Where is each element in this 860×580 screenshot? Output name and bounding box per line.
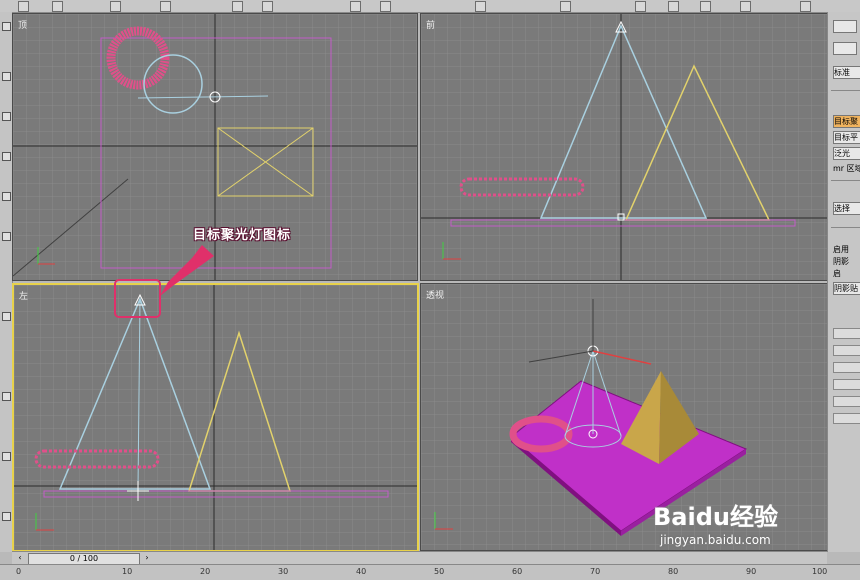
material-editor-icon[interactable] xyxy=(635,1,646,12)
next-frame-icon[interactable]: › xyxy=(142,553,152,563)
viewport-label[interactable]: 前 xyxy=(426,18,435,31)
quick-render-icon[interactable] xyxy=(740,1,751,12)
teapot-render-icon[interactable] xyxy=(800,1,811,12)
mr-area-label: mr 区域 xyxy=(833,164,860,173)
watermark-url: jingyan.baidu.com xyxy=(660,533,771,547)
lights-category-icon[interactable] xyxy=(833,42,857,55)
window-crossing-icon[interactable] xyxy=(160,1,171,12)
layer-manager-icon[interactable] xyxy=(475,1,486,12)
target-spot-button[interactable]: 目标聚 xyxy=(833,115,860,128)
rollout-expand[interactable] xyxy=(833,345,860,356)
rollout-divider xyxy=(831,90,860,100)
snap-tool-icon[interactable] xyxy=(2,312,11,321)
select-tool-icon[interactable] xyxy=(18,1,29,12)
ruler-tick: 60 xyxy=(512,567,523,576)
ruler-tick: 40 xyxy=(356,567,367,576)
main-toolbar xyxy=(0,0,860,13)
viewport-label[interactable]: 透视 xyxy=(426,288,444,301)
render-icon[interactable] xyxy=(700,1,711,12)
ruler-tick: 20 xyxy=(200,567,211,576)
ruler-tick: 90 xyxy=(746,567,757,576)
grid xyxy=(421,14,827,280)
shadow-map-dropdown[interactable]: 阴影贴 xyxy=(833,282,860,295)
baidu-watermark: Baidu经验 jingyan.baidu.com xyxy=(653,497,778,547)
rollout-expand[interactable] xyxy=(833,328,860,339)
ruler-tick: 30 xyxy=(278,567,289,576)
shadow-enable-checkbox[interactable]: 启 xyxy=(833,268,860,279)
create-tab-icon[interactable] xyxy=(833,20,857,33)
ruler-tick: 100 xyxy=(812,567,828,576)
rollout-expand[interactable] xyxy=(833,362,860,373)
ruler-tick: 10 xyxy=(122,567,133,576)
rotate-tool-icon[interactable] xyxy=(232,1,243,12)
render-setup-icon[interactable] xyxy=(668,1,679,12)
object-type-dropdown[interactable]: 标准 xyxy=(833,66,860,79)
ruler-tick: 50 xyxy=(434,567,445,576)
prev-frame-icon[interactable]: ‹ xyxy=(15,553,25,563)
create-tool-icon[interactable] xyxy=(2,22,11,31)
enable-checkbox[interactable]: 启用 xyxy=(833,244,860,255)
angle-snap-icon[interactable] xyxy=(2,392,11,401)
align-tool-icon[interactable] xyxy=(380,1,391,12)
ruler-tick: 70 xyxy=(590,567,601,576)
spinner-snap-icon[interactable] xyxy=(2,512,11,521)
rollout-expand[interactable] xyxy=(833,413,860,424)
front-view-canvas xyxy=(421,14,827,280)
select-region-icon[interactable] xyxy=(110,1,121,12)
viewport-left[interactable]: 左 xyxy=(12,283,419,552)
omni-button[interactable]: 泛光 xyxy=(833,147,860,160)
scale-tool-icon[interactable] xyxy=(262,1,273,12)
rollout-expand[interactable] xyxy=(833,379,860,390)
spotlight-icon-highlight xyxy=(114,279,161,318)
rollout-expand[interactable] xyxy=(833,396,860,407)
target-direct-button[interactable]: 目标平 xyxy=(833,131,860,144)
percent-snap-icon[interactable] xyxy=(2,452,11,461)
mirror-tool-icon[interactable] xyxy=(350,1,361,12)
viewport-label[interactable]: 左 xyxy=(19,289,28,302)
rollout-divider xyxy=(831,227,860,237)
time-slider-bar: ‹ 0 / 100 › xyxy=(12,551,827,565)
track-ruler[interactable]: 0 10 20 30 40 50 60 70 80 90 100 xyxy=(0,564,860,580)
ruler-tick: 80 xyxy=(668,567,679,576)
display-tool-icon[interactable] xyxy=(2,192,11,201)
left-view-canvas xyxy=(14,285,417,550)
utilities-tool-icon[interactable] xyxy=(2,232,11,241)
shadow-group-label: 阴影 xyxy=(833,257,849,266)
name-field[interactable]: 选择 xyxy=(833,202,860,215)
hierarchy-tool-icon[interactable] xyxy=(2,112,11,121)
watermark-brand: Baidu经验 xyxy=(653,503,778,531)
annotation-label: 目标聚光灯图标 xyxy=(193,228,292,243)
curve-editor-icon[interactable] xyxy=(560,1,571,12)
motion-tool-icon[interactable] xyxy=(2,152,11,161)
grid xyxy=(14,285,417,550)
modify-tool-icon[interactable] xyxy=(2,72,11,81)
ruler-tick: 0 xyxy=(16,567,22,576)
rollout-divider xyxy=(831,180,860,190)
command-panel: 标准 目标聚 目标平 泛光 mr 区域 选择 启用 阴影 启 阴影贴 xyxy=(827,12,860,552)
link-tool-icon[interactable] xyxy=(52,1,63,12)
viewport-front[interactable]: 前 xyxy=(420,13,828,281)
viewport-label[interactable]: 顶 xyxy=(18,18,27,31)
